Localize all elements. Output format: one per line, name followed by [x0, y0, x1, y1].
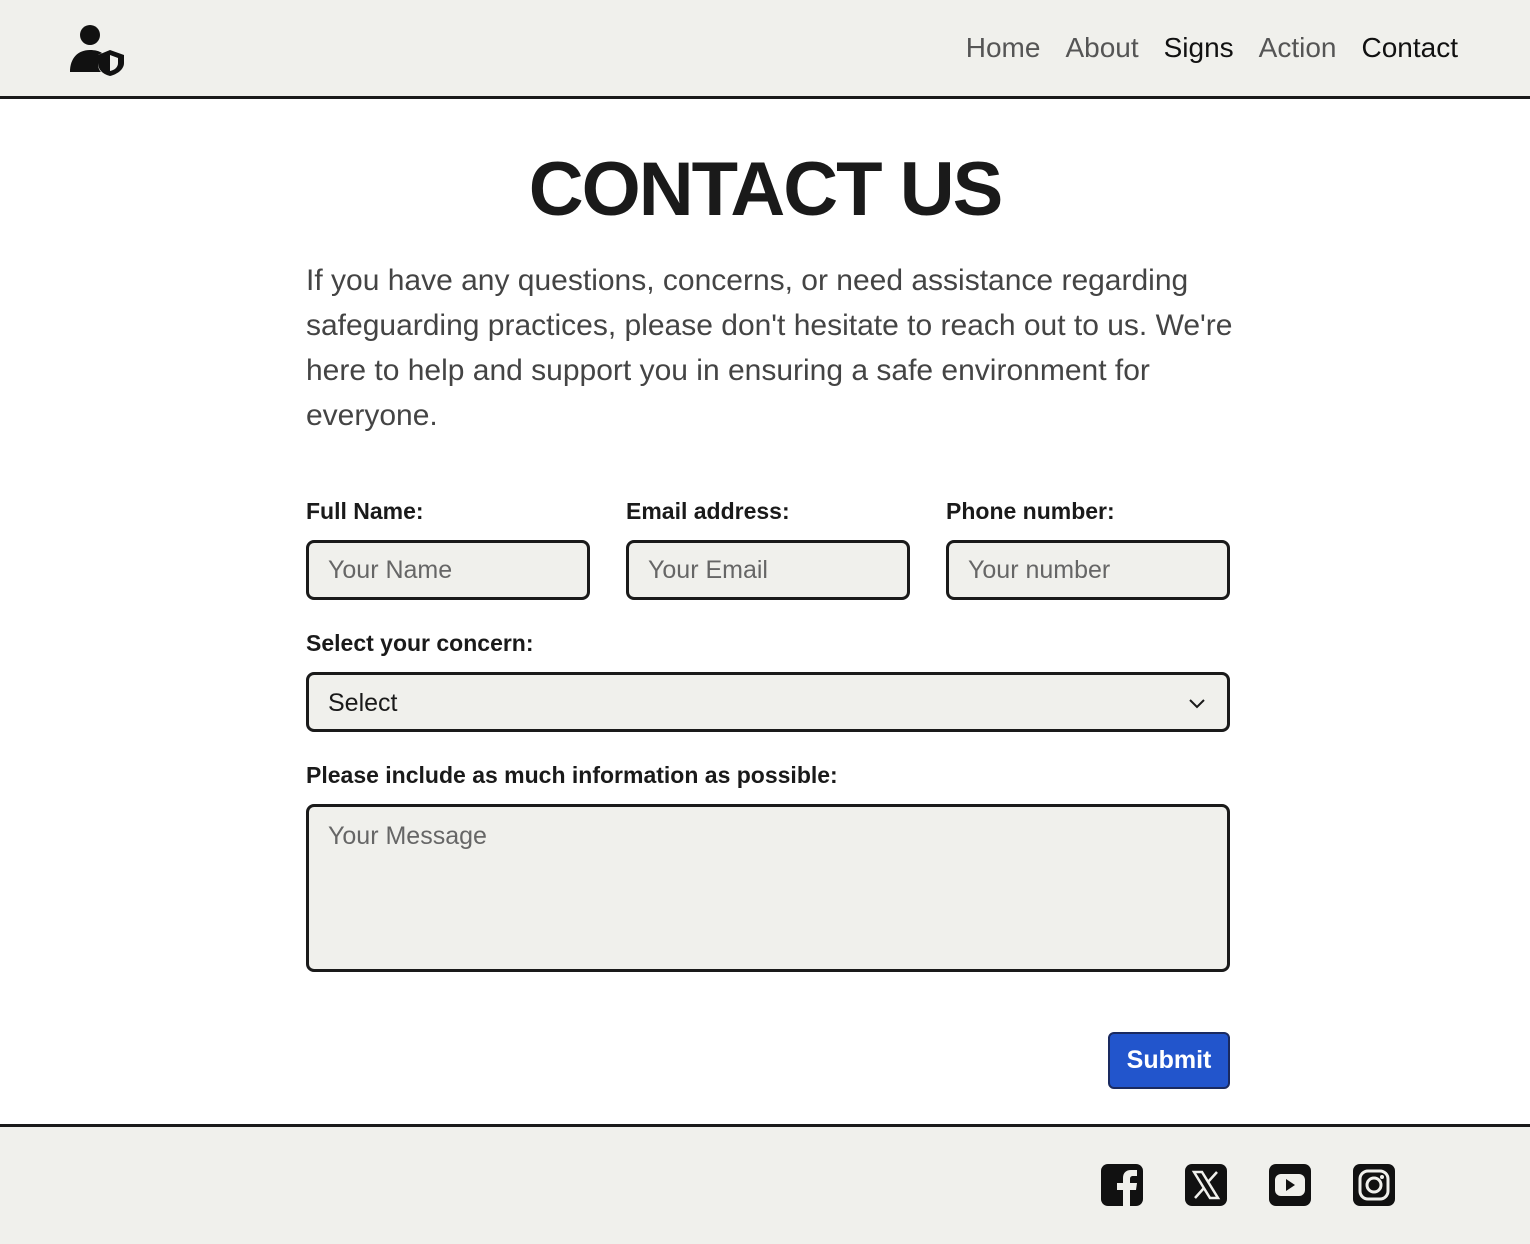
nav-about[interactable]: About [1065, 30, 1138, 66]
instagram-icon[interactable] [1352, 1163, 1396, 1207]
phone-input[interactable] [946, 540, 1230, 600]
main-nav: Home About Signs Action Contact [966, 30, 1458, 66]
nav-home[interactable]: Home [966, 30, 1041, 66]
chevron-down-icon [1189, 699, 1205, 709]
submit-button[interactable]: Submit [1108, 1032, 1230, 1089]
x-twitter-icon[interactable] [1184, 1163, 1228, 1207]
youtube-icon[interactable] [1268, 1163, 1312, 1207]
nav-action[interactable]: Action [1259, 30, 1337, 66]
nav-contact[interactable]: Contact [1362, 30, 1459, 66]
concern-label: Select your concern: [306, 630, 534, 656]
email-label: Email address: [626, 498, 790, 524]
page-title: CONTACT US [528, 147, 1004, 232]
phone-label: Phone number: [946, 498, 1115, 524]
email-input[interactable] [626, 540, 910, 600]
intro-text: If you have any questions, concerns, or … [306, 264, 1233, 432]
site-header: Home About Signs Action Contact [0, 0, 1530, 99]
full-name-input[interactable] [306, 540, 590, 600]
concern-select[interactable]: Select [306, 672, 1230, 732]
message-label: Please include as much information as po… [306, 762, 838, 788]
full-name-label: Full Name: [306, 498, 424, 524]
facebook-icon[interactable] [1100, 1163, 1144, 1207]
message-textarea[interactable] [306, 804, 1230, 972]
user-shield-icon[interactable] [68, 24, 126, 76]
concern-select-value: Select [328, 689, 398, 717]
site-footer [0, 1124, 1530, 1244]
nav-signs[interactable]: Signs [1164, 30, 1234, 66]
